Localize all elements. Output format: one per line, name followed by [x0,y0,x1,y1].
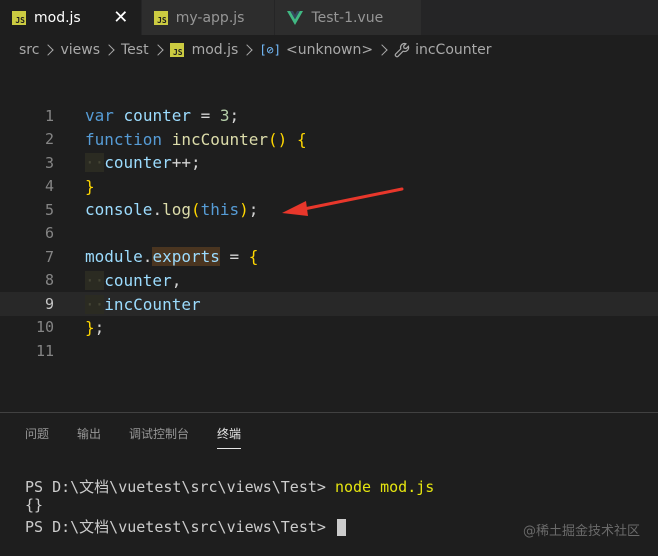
chevron-right-icon [241,44,253,56]
breadcrumb-label: mod.js [191,42,239,58]
breadcrumb-item-views[interactable]: views [60,42,100,58]
line-code: module.exports = { [85,247,259,267]
line-code: ··incCounter [85,294,201,314]
panel-tabs: 问题 输出 调试控制台 终端 [25,425,269,449]
terminal-output: {} [25,496,44,514]
code-editor[interactable]: 1 var counter = 3; 2 function incCounter… [0,65,658,412]
tab-label: my-app.js [175,9,245,26]
tab-my-app-js[interactable]: JS my-app.js [141,0,276,35]
js-file-icon: JS [169,43,184,57]
code-line: 3 ··counter++; [0,151,658,175]
line-number: 2 [44,130,54,149]
js-file-icon: JS [153,10,168,25]
chevron-right-icon [151,44,164,56]
code-line: 7 module.exports = { [0,245,658,269]
breadcrumb-item-mod-js[interactable]: JS mod.js [169,42,239,58]
line-number: 9 [44,295,54,314]
code-line: 10 }; [0,316,658,340]
line-code: function incCounter() { [85,129,307,149]
chevron-right-icon [42,44,55,56]
terminal-cursor [336,519,346,536]
code-line: 8 ··counter, [0,269,658,293]
chevron-right-icon [376,44,388,56]
line-code: ··counter++; [85,153,201,173]
breadcrumb-item-test[interactable]: Test [121,42,149,58]
editor-tab-bar: JS mod.js ✕ JS my-app.js Test-1.vue [0,0,658,35]
terminal-command: node mod.js [334,478,435,496]
breadcrumb-item-src[interactable]: src [19,42,39,58]
line-number: 11 [35,341,54,360]
bottom-panel: 问题 输出 调试控制台 终端 PS D:\文档\vuetest\src\view… [0,412,658,556]
tab-debug-console[interactable]: 调试控制台 [129,425,189,449]
tab-label: mod.js [34,9,81,26]
terminal-line[interactable]: PS D:\文档\vuetest\src\views\Test> node mo… [25,476,434,497]
symbol-variable-icon: [⊘] [259,43,281,57]
tab-label: Test-1.vue [311,9,384,26]
code-line-current: 9 ··incCounter [0,292,658,316]
line-number: 5 [44,200,54,219]
wrench-icon [394,42,410,58]
breadcrumb-item-inccounter[interactable]: incCounter [394,42,491,58]
code-line: 6 [0,222,658,246]
line-number: 10 [35,318,54,337]
chevron-right-icon [103,44,115,56]
line-number: 4 [44,177,54,196]
line-number: 7 [44,247,54,266]
breadcrumb-item-unknown[interactable]: [⊘] <unknown> [259,42,373,58]
code-line: 2 function incCounter() { [0,128,658,152]
breadcrumb-label: incCounter [415,42,492,58]
tab-test-1-vue[interactable]: Test-1.vue [275,0,423,35]
line-code: console.log(this); [85,200,259,220]
terminal-line[interactable]: PS D:\文档\vuetest\src\views\Test> [25,516,346,537]
line-code: var counter = 3; [85,106,240,126]
line-code: } [85,176,95,196]
tab-output[interactable]: 输出 [77,425,101,449]
terminal-prompt: PS D:\文档\vuetest\src\views\Test> [25,478,335,496]
line-number: 1 [44,106,54,125]
tab-mod-js[interactable]: JS mod.js ✕ [0,0,142,35]
tab-terminal[interactable]: 终端 [217,425,242,449]
line-number: 6 [44,224,54,243]
tab-problems[interactable]: 问题 [25,425,49,449]
js-file-icon: JS [12,10,26,25]
line-code: }; [85,317,105,337]
red-arrow-annotation [282,187,404,216]
watermark: @稀土掘金技术社区 [522,524,640,539]
breadcrumb: src views Test JS mod.js [⊘] <unknown> i… [0,35,658,65]
breadcrumb-label: <unknown> [286,42,374,58]
line-number: 3 [44,153,54,172]
vue-file-icon [287,10,304,25]
line-code: ··counter, [85,270,182,290]
code-line: 11 [0,339,658,363]
close-icon[interactable]: ✕ [111,7,131,28]
terminal-prompt: PS D:\文档\vuetest\src\views\Test> [25,518,335,536]
code-line: 1 var counter = 3; [0,104,658,128]
line-number: 8 [44,271,54,290]
